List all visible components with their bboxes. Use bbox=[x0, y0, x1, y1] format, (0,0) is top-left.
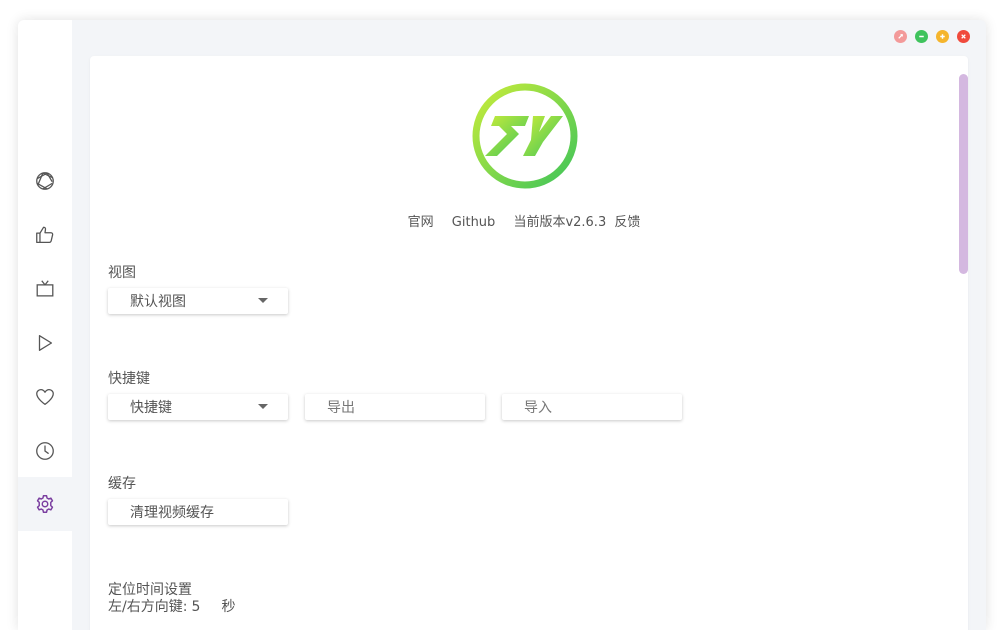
sidebar-item-settings[interactable] bbox=[18, 477, 72, 531]
sidebar-item-tv[interactable] bbox=[18, 262, 72, 316]
website-link[interactable]: 官网 bbox=[408, 215, 434, 230]
close-icon bbox=[961, 34, 966, 39]
play-icon bbox=[38, 335, 53, 351]
app-logo bbox=[472, 83, 578, 189]
sidebar-item-recommend[interactable] bbox=[18, 208, 72, 262]
fullscreen-button[interactable] bbox=[894, 30, 907, 43]
view-select[interactable]: 默认视图 bbox=[108, 288, 288, 314]
about-links: 官网 Github 当前版本v2.6.3 反馈 bbox=[90, 211, 958, 230]
caret-down-icon bbox=[258, 298, 268, 303]
aperture-icon bbox=[36, 172, 54, 190]
export-button[interactable]: 导出 bbox=[305, 394, 485, 420]
sidebar-item-favorites[interactable] bbox=[18, 370, 72, 424]
seek-unit-label: 秒 bbox=[221, 599, 236, 615]
clear-cache-button-label: 清理视频缓存 bbox=[130, 505, 214, 521]
minus-icon bbox=[919, 35, 924, 38]
import-button-label: 导入 bbox=[524, 400, 552, 416]
close-button[interactable] bbox=[957, 30, 970, 43]
sidebar bbox=[18, 20, 72, 630]
heart-icon bbox=[36, 389, 54, 405]
seek-seconds-input[interactable]: 5 bbox=[191, 599, 221, 615]
feedback-link[interactable]: 反馈 bbox=[614, 215, 640, 230]
settings-panel: 官网 Github 当前版本v2.6.3 反馈 视图 默认视图 快捷键 快捷键 … bbox=[90, 56, 968, 630]
export-button-label: 导出 bbox=[327, 400, 355, 416]
shortcut-section-label: 快捷键 bbox=[108, 371, 150, 387]
shortcut-select-value: 快捷键 bbox=[130, 400, 172, 416]
clock-icon bbox=[36, 442, 54, 460]
version-link[interactable]: 当前版本v2.6.3 bbox=[513, 215, 606, 230]
minimize-button[interactable] bbox=[915, 30, 928, 43]
view-section-label: 视图 bbox=[108, 265, 136, 281]
cache-section-label: 缓存 bbox=[108, 476, 136, 492]
expand-icon bbox=[898, 34, 903, 39]
scrollbar-thumb[interactable] bbox=[959, 74, 968, 274]
shortcut-select[interactable]: 快捷键 bbox=[108, 394, 288, 420]
sidebar-item-history[interactable] bbox=[18, 424, 72, 478]
import-button[interactable]: 导入 bbox=[502, 394, 682, 420]
sidebar-item-featured[interactable] bbox=[18, 154, 72, 208]
gear-icon bbox=[36, 495, 54, 513]
view-select-value: 默认视图 bbox=[130, 294, 186, 310]
caret-down-icon bbox=[258, 404, 268, 409]
clear-cache-button[interactable]: 清理视频缓存 bbox=[108, 499, 288, 525]
app-window: 官网 Github 当前版本v2.6.3 反馈 视图 默认视图 快捷键 快捷键 … bbox=[18, 20, 986, 630]
github-link[interactable]: Github bbox=[452, 215, 496, 230]
seek-setting-row: 左/右方向键: 5 秒 bbox=[108, 596, 235, 616]
window-controls bbox=[894, 30, 970, 43]
plus-icon bbox=[940, 34, 945, 39]
tv-icon bbox=[36, 280, 54, 297]
maximize-button[interactable] bbox=[936, 30, 949, 43]
sidebar-item-play[interactable] bbox=[18, 316, 72, 370]
thumbs-up-icon bbox=[36, 226, 54, 243]
seek-arrow-label: 左/右方向键: bbox=[108, 599, 188, 615]
